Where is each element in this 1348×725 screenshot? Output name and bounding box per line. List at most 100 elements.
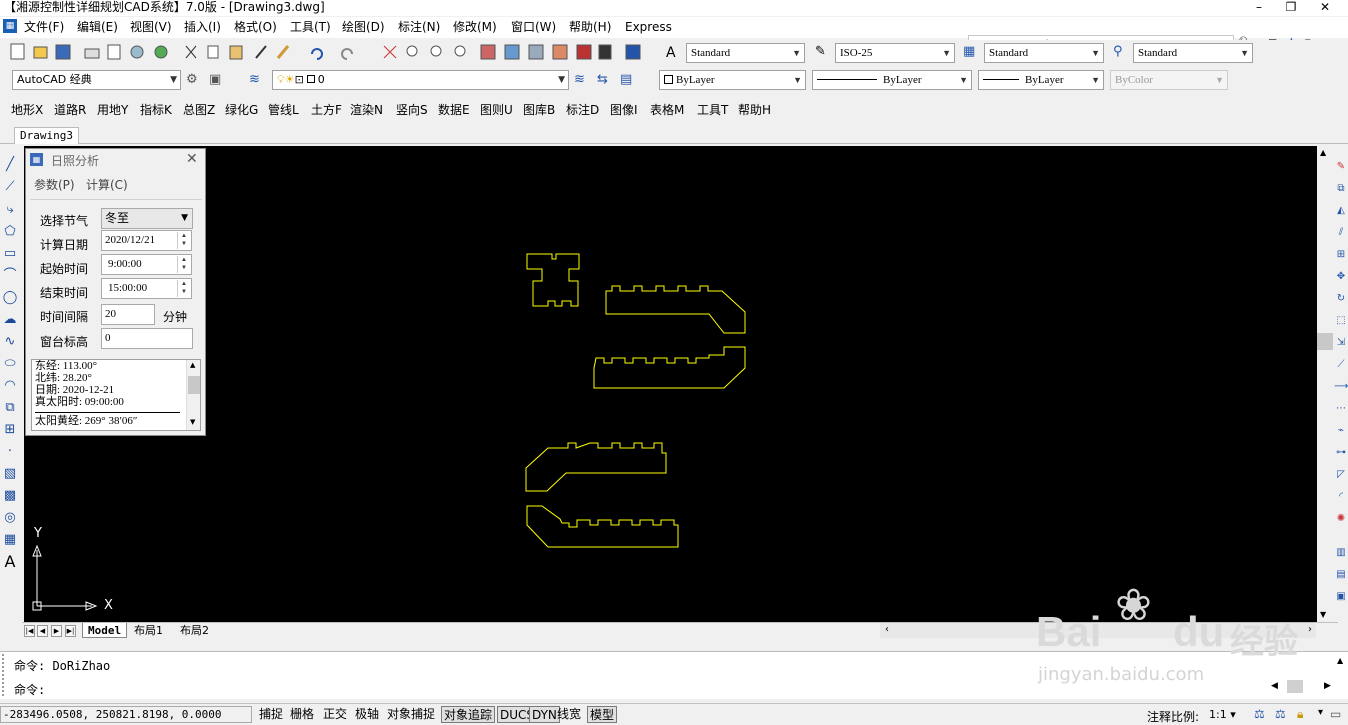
xy-menu-item[interactable]: 总图Z [183, 101, 215, 118]
season-select[interactable]: 冬至 ▼ [101, 208, 193, 229]
point-icon[interactable]: · [1, 443, 19, 461]
rectangle-icon[interactable]: ▭ [1, 245, 19, 263]
multileader-style-select[interactable]: Standard ▼ [1133, 43, 1253, 63]
menu-view[interactable]: 视图(V) [130, 20, 172, 35]
layer-lock-icon[interactable]: ⊡ [295, 73, 304, 86]
xy-menu-item[interactable]: 土方F [311, 101, 342, 118]
menu-draw[interactable]: 绘图(D) [342, 20, 385, 35]
xy-menu-item[interactable]: 渲染N [350, 101, 383, 118]
tab-layout2[interactable]: 布局2 [175, 623, 214, 638]
app-icon[interactable]: ▦ [3, 19, 17, 33]
xy-menu-item[interactable]: 绿化G [225, 101, 258, 118]
minimize-button[interactable]: – [1244, 0, 1274, 16]
status-toggle-button[interactable]: 线宽 [555, 706, 583, 723]
ellipse-arc-icon[interactable]: ◠ [1, 377, 19, 395]
linetype-select[interactable]: ByLayer ▼ [812, 70, 972, 90]
layer-states-icon[interactable]: ▤ [620, 72, 632, 87]
polygon-icon[interactable]: ⬠ [1, 223, 19, 241]
xy-menu-item[interactable]: 指标K [140, 101, 172, 118]
explode-icon[interactable]: ✺ [1334, 512, 1348, 526]
menu-format[interactable]: 格式(O) [234, 20, 277, 35]
offset-icon[interactable]: ⫽ [1334, 226, 1348, 240]
extend-icon[interactable]: ⟶ [1334, 380, 1348, 394]
status-toggle-button[interactable]: 极轴 [353, 706, 381, 723]
menu-insert[interactable]: 插入(I) [184, 20, 221, 35]
dialog-close-icon[interactable]: ✕ [186, 151, 198, 167]
menu-edit[interactable]: 编辑(E) [77, 20, 118, 35]
vertical-scrollbar[interactable]: ▲ ▼ [1317, 146, 1333, 622]
chamfer-icon[interactable]: ◸ [1334, 468, 1348, 482]
scroll-right-icon[interactable]: › [1308, 624, 1312, 635]
lineweight-select[interactable]: ByLayer ▼ [978, 70, 1104, 90]
building-outline-slab-b[interactable] [593, 346, 746, 389]
date-spinner-icon[interactable]: ▲ ▼ [177, 232, 190, 249]
my-workspace-icon[interactable]: ▣ [209, 72, 221, 87]
building-outline-slab-a[interactable] [605, 285, 746, 334]
layer-thaw-icon[interactable]: ☀ [285, 73, 295, 86]
make-block-icon[interactable]: ⊞ [1, 421, 19, 439]
xy-menu-item[interactable]: 图则U [480, 101, 513, 118]
menu-dimension[interactable]: 标注(N) [398, 20, 440, 35]
draw-order-icon[interactable]: ▥ [1334, 546, 1348, 560]
workspace-select[interactable]: AutoCAD 经典 ▼ [12, 70, 181, 90]
result-scrollbar[interactable]: ▲ ▼ [186, 360, 200, 430]
xy-menu-item[interactable]: 地形X [11, 101, 43, 118]
mirror-icon[interactable]: ◭ [1334, 204, 1348, 218]
stretch-icon[interactable]: ⇲ [1334, 336, 1348, 350]
xy-menu-item[interactable]: 竖向S [396, 101, 428, 118]
command-grip[interactable] [2, 654, 8, 696]
document-tab[interactable]: Drawing3 [14, 127, 79, 144]
coordinates-readout[interactable]: -283496.0508, 250821.8198, 0.0000 [0, 706, 252, 723]
table-style-select[interactable]: Standard ▼ [984, 43, 1104, 63]
building-outline-slab-d[interactable] [526, 505, 679, 548]
workspace-settings-icon[interactable]: ⚙ [186, 72, 198, 87]
line-icon[interactable]: ╱ [1, 156, 19, 174]
join-icon[interactable]: ⊶ [1334, 446, 1348, 460]
result-scroll-thumb[interactable] [188, 376, 200, 394]
restore-button[interactable]: ❐ [1276, 0, 1306, 16]
xy-menu-item[interactable]: 工具T [697, 101, 728, 118]
dim-style-select[interactable]: ISO-25 ▼ [835, 43, 955, 63]
insert-block-icon[interactable]: ⧉ [1, 399, 19, 417]
command-scroll-left-icon[interactable]: ◀ [1271, 681, 1278, 691]
close-button[interactable]: ✕ [1310, 0, 1340, 16]
bring-front-icon[interactable]: ▤ [1334, 568, 1348, 582]
command-prompt[interactable]: 命令: [14, 681, 45, 698]
fillet-icon[interactable]: ◜ [1334, 490, 1348, 504]
prev-tab-icon[interactable]: ◀ [37, 625, 48, 637]
xy-menu-item[interactable]: 帮助H [738, 101, 771, 118]
make-current-icon[interactable]: ≋ [574, 72, 585, 87]
ellipse-icon[interactable]: ⬭ [1, 355, 19, 373]
arc-icon[interactable]: ⌒ [1, 267, 19, 285]
end-time-spinner-icon[interactable]: ▲ ▼ [177, 280, 190, 297]
menu-tools[interactable]: 工具(T) [290, 20, 331, 35]
break-point-icon[interactable]: ⋯ [1334, 402, 1348, 416]
text-style-select[interactable]: Standard ▼ [686, 43, 805, 63]
construction-line-icon[interactable]: ⟋ [1, 178, 19, 196]
next-tab-icon[interactable]: ▶ [51, 625, 62, 637]
status-toggle-button[interactable]: 栅格 [288, 706, 316, 723]
tab-calculate[interactable]: 计算(C) [86, 176, 128, 193]
xy-menu-item[interactable]: 图库B [523, 101, 555, 118]
break-icon[interactable]: ⌁ [1334, 424, 1348, 438]
xy-menu-item[interactable]: 图像I [610, 101, 638, 118]
tab-model[interactable]: Model [82, 623, 128, 638]
status-toggle-button[interactable]: 对象捕捉 [385, 706, 437, 723]
polyline-icon[interactable]: ⤷ [1, 201, 19, 219]
clean-screen-icon[interactable]: ▭ [1330, 707, 1341, 721]
scroll-left-icon[interactable]: ‹ [885, 624, 889, 635]
menu-file[interactable]: 文件(F) [24, 20, 64, 35]
text-style-icon[interactable]: A [666, 45, 676, 61]
rotate-icon[interactable]: ↻ [1334, 292, 1348, 306]
erase-icon[interactable]: ✎ [1334, 160, 1348, 174]
send-back-icon[interactable]: ▣ [1334, 590, 1348, 604]
start-time-field[interactable]: 9:00:00 ▲ ▼ [101, 254, 192, 275]
start-time-spinner-icon[interactable]: ▲ ▼ [177, 256, 190, 273]
table-style-icon[interactable]: ▦ [963, 44, 975, 59]
layer-select[interactable]: 💡︎☀⊡ 0 ▼ [272, 70, 569, 90]
table-icon[interactable]: ▦ [1, 531, 19, 549]
drawing-canvas[interactable]: Y X [24, 146, 1317, 622]
menu-modify[interactable]: 修改(M) [453, 20, 497, 35]
copy-object-icon[interactable]: ⧉ [1334, 182, 1348, 196]
interval-field[interactable]: 20 [101, 304, 155, 325]
